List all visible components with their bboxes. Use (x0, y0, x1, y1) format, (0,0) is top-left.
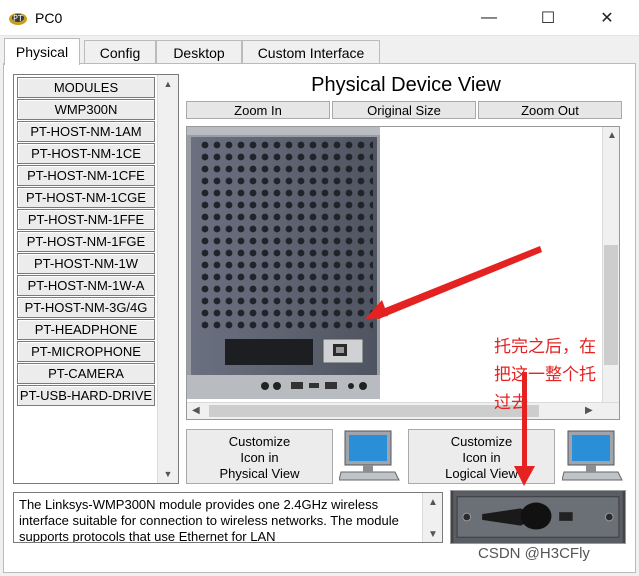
pc-icon (562, 430, 623, 481)
physical-device-view-title: Physical Device View (311, 74, 501, 96)
zoom-out-button[interactable]: Zoom Out (478, 101, 622, 119)
tab-config[interactable]: Config (84, 40, 156, 64)
watermark: CSDN @H3CFly (478, 545, 590, 562)
customize-physical-line3: Physical View (219, 466, 300, 481)
module-preview-image (450, 490, 626, 544)
customize-physical-line2: Icon in (240, 450, 279, 465)
module-item[interactable]: PT-HEADPHONE (17, 319, 155, 340)
pc-icon (339, 430, 400, 481)
module-item[interactable]: PT-MICROPHONE (17, 341, 155, 362)
scroll-left-icon[interactable]: ◀ (192, 405, 200, 416)
module-item[interactable]: PT-HOST-NM-1CE (17, 143, 155, 164)
viewport-vertical-scrollbar[interactable]: ▲ (602, 127, 619, 404)
tab-physical[interactable]: Physical (4, 38, 80, 65)
description-scrollbar[interactable]: ▲ ▼ (422, 493, 442, 542)
scroll-right-icon[interactable]: ▶ (585, 405, 593, 416)
module-item[interactable]: PT-USB-HARD-DRIVE (17, 385, 155, 406)
minimize-button[interactable]: — (466, 0, 512, 36)
customize-logical-line3: Logical View (445, 466, 518, 481)
module-item-wmp300n[interactable]: WMP300N (17, 99, 155, 120)
annotation-text-line1: 托完之后，在 (494, 337, 596, 357)
tab-custom-interface[interactable]: Custom Interface (242, 40, 380, 64)
customize-logical-view-button[interactable]: Customize Icon in Logical View (408, 429, 555, 484)
scroll-up-icon[interactable]: ▲ (428, 495, 438, 511)
close-icon: ✕ (600, 10, 614, 27)
original-size-button[interactable]: Original Size (332, 101, 476, 119)
annotation-text-line2: 把这一整个托 (494, 365, 596, 385)
customize-logical-line2: Icon in (462, 450, 501, 465)
module-item[interactable]: PT-HOST-NM-1FFE (17, 209, 155, 230)
module-description: The Linksys-WMP300N module provides one … (13, 492, 443, 543)
scroll-up-icon[interactable]: ▲ (158, 75, 178, 93)
module-header: MODULES (17, 77, 155, 98)
module-item[interactable]: PT-HOST-NM-1W (17, 253, 155, 274)
customize-physical-line1: Customize (228, 434, 291, 449)
minimize-icon: — (481, 9, 497, 26)
packet-tracer-app-icon: PT (9, 13, 27, 25)
window-title: PC0 (35, 10, 63, 26)
scroll-down-icon[interactable]: ▼ (158, 465, 178, 483)
module-item[interactable]: PT-HOST-NM-1AM (17, 121, 155, 142)
module-item[interactable]: PT-CAMERA (17, 363, 155, 384)
maximize-icon: ☐ (540, 10, 556, 27)
module-item[interactable]: PT-HOST-NM-1W-A (17, 275, 155, 296)
zoom-in-button[interactable]: Zoom In (186, 101, 330, 119)
close-button[interactable]: ✕ (584, 0, 630, 36)
annotation-text-line3: 过去 (494, 393, 528, 413)
module-list: MODULES WMP300N PT-HOST-NM-1AM PT-HOST-N… (13, 74, 179, 484)
scroll-up-icon[interactable]: ▲ (607, 130, 617, 141)
module-description-text: The Linksys-WMP300N module provides one … (19, 497, 399, 543)
module-item[interactable]: PT-HOST-NM-3G/4G (17, 297, 155, 318)
pc-rear-panel-image (187, 127, 380, 399)
svg-text:PT: PT (13, 14, 23, 23)
maximize-button[interactable]: ☐ (525, 0, 571, 36)
customize-physical-view-button[interactable]: Customize Icon in Physical View (186, 429, 333, 484)
tab-bar: Physical Config Desktop Custom Interface (4, 38, 634, 65)
viewport-horizontal-thumb[interactable] (209, 405, 539, 417)
viewport-vertical-thumb[interactable] (604, 245, 618, 365)
module-item[interactable]: PT-HOST-NM-1FGE (17, 231, 155, 252)
module-list-scrollbar[interactable]: ▲ ▼ (157, 75, 178, 483)
viewport-horizontal-scrollbar[interactable]: ◀ ▶ (187, 402, 619, 419)
module-item[interactable]: PT-HOST-NM-1CFE (17, 165, 155, 186)
tab-desktop[interactable]: Desktop (156, 40, 242, 64)
title-bar: PT PC0 — ☐ ✕ (0, 0, 639, 36)
customize-logical-line1: Customize (450, 434, 513, 449)
scroll-down-icon[interactable]: ▼ (428, 527, 438, 542)
module-item[interactable]: PT-HOST-NM-1CGE (17, 187, 155, 208)
